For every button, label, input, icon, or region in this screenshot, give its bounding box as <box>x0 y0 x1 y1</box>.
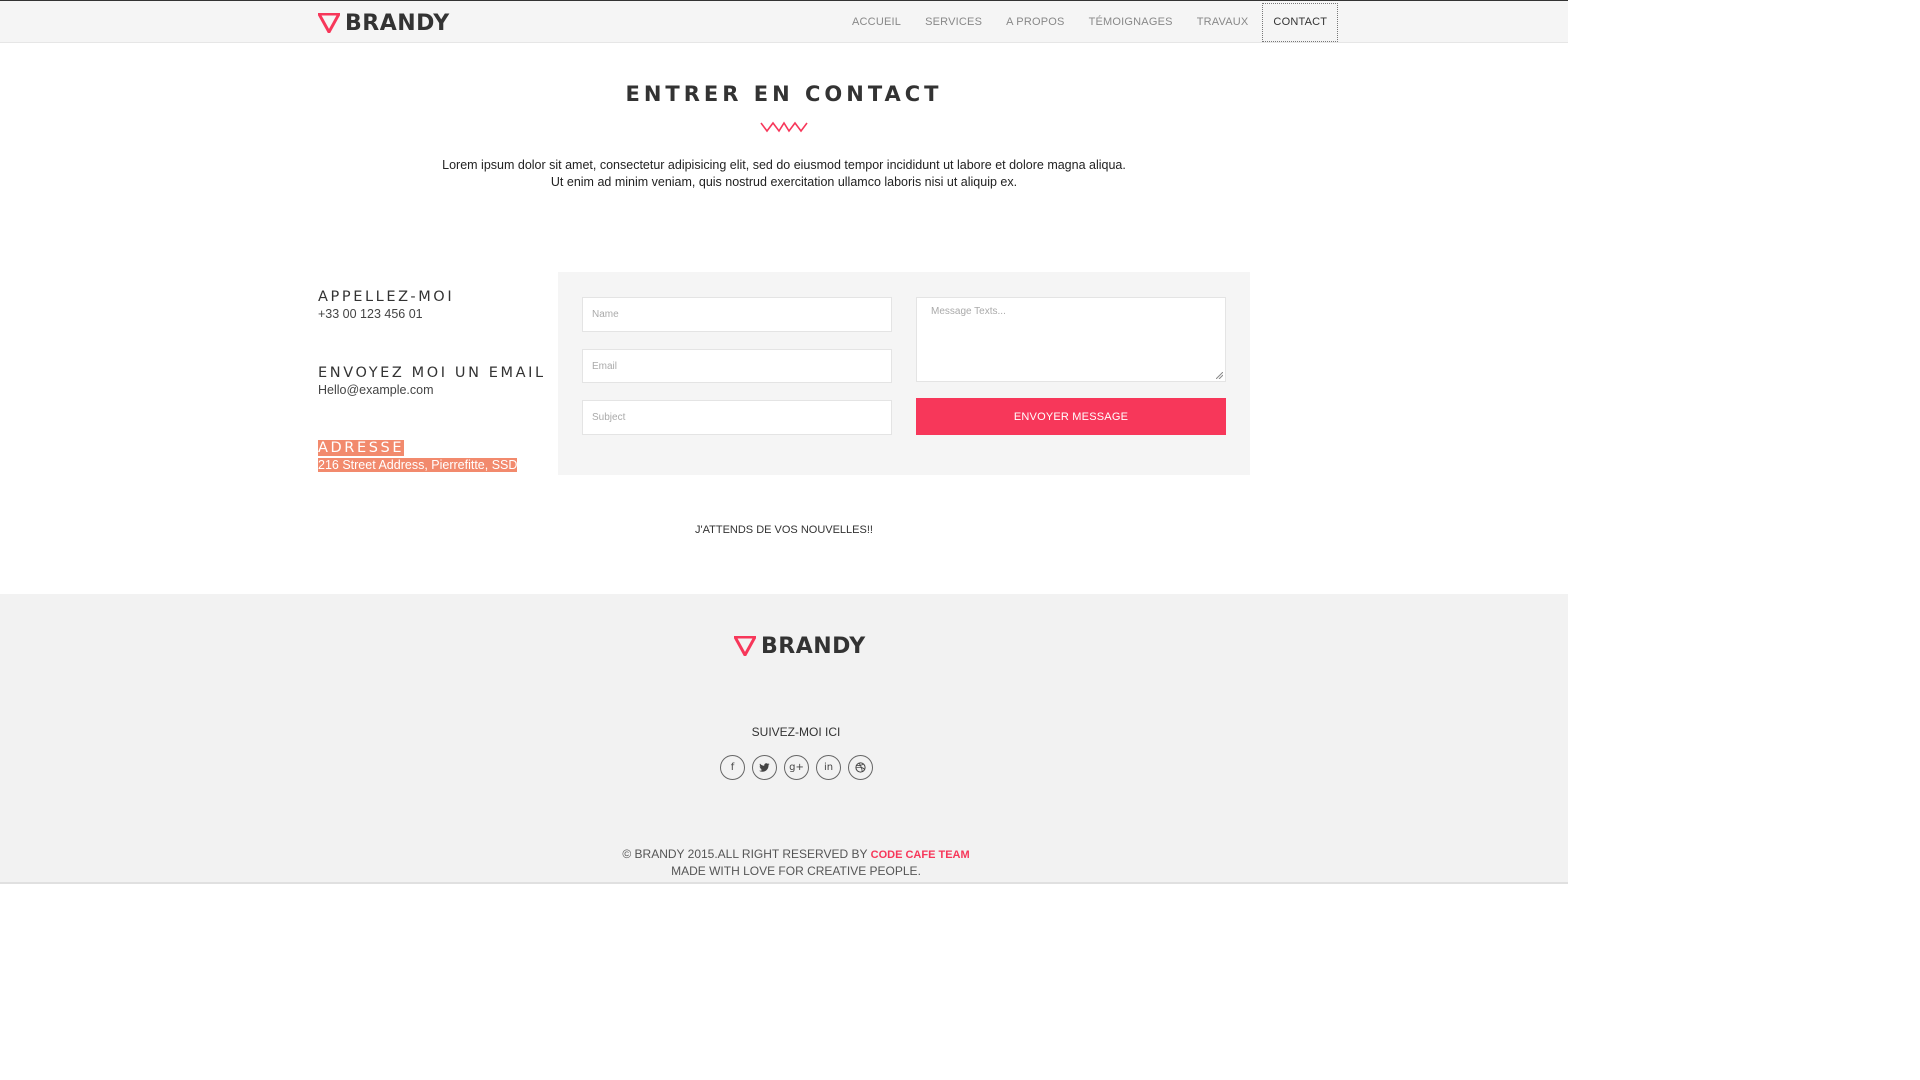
main-nav: ACCUEIL SERVICES A PROPOS TÉMOIGNAGES TR… <box>840 2 1339 42</box>
nav-item-travaux[interactable]: TRAVAUX <box>1185 2 1261 42</box>
subject-field[interactable]: Subject <box>582 400 892 435</box>
tagline: MADE WITH LOVE FOR CREATIVE PEOPLE. <box>671 864 921 878</box>
page-title: ENTRER EN CONTACT <box>625 82 943 106</box>
nav-item-a-propos[interactable]: A PROPOS <box>994 2 1076 42</box>
address-text: 216 Street Address, Pierrefitte, SSD <box>318 458 518 472</box>
facebook-icon[interactable]: f <box>720 755 745 780</box>
resize-handle-icon[interactable] <box>1216 372 1223 379</box>
footer-brand-logo[interactable]: BRANDY <box>734 632 866 660</box>
phone-number: +33 00 123 456 01 <box>318 307 423 321</box>
email-heading: ENVOYEZ MOI UN EMAIL <box>318 365 546 381</box>
twitter-icon[interactable] <box>752 755 777 780</box>
top-navbar: BRANDY ACCUEIL SERVICES A PROPOS TÉMOIGN… <box>0 0 1568 43</box>
nav-item-services[interactable]: SERVICES <box>913 2 994 42</box>
dribbble-icon[interactable] <box>848 755 873 780</box>
nav-item-contact[interactable]: CONTACT <box>1262 2 1339 42</box>
triangle-logo-icon <box>734 636 756 656</box>
message-textarea[interactable]: Message Texts... <box>916 297 1226 382</box>
address-heading: ADRESSE <box>318 440 405 456</box>
call-heading: APPELLEZ-MOI <box>318 289 455 305</box>
nav-item-accueil[interactable]: ACCUEIL <box>840 2 913 42</box>
contact-form: Name Email Subject Message Texts... ENVO… <box>558 272 1250 475</box>
footer: BRANDY SUIVEZ-MOI ICI f g+ in © BRANDY 2… <box>0 594 1568 884</box>
brand-name: BRANDY <box>345 10 450 36</box>
google-plus-icon[interactable]: g+ <box>784 755 809 780</box>
triangle-logo-icon <box>318 13 340 33</box>
email-block: ENVOYEZ MOI UN EMAIL Hello@example.com <box>318 364 548 399</box>
copyright-text: © BRANDY 2015.ALL RIGHT RESERVED BY <box>622 847 868 861</box>
send-message-button[interactable]: ENVOYER MESSAGE <box>916 398 1226 435</box>
email-address: Hello@example.com <box>318 383 434 397</box>
email-field[interactable]: Email <box>582 349 892 383</box>
follow-label: SUIVEZ-MOI ICI <box>751 725 841 739</box>
call-block: APPELLEZ-MOI +33 00 123 456 01 <box>318 288 548 323</box>
brand-logo[interactable]: BRANDY <box>318 9 450 37</box>
bottom-strip <box>0 882 1568 884</box>
copyright: © BRANDY 2015.ALL RIGHT RESERVED BY CODE… <box>0 846 1592 879</box>
message-placeholder: Message Texts... <box>931 306 1006 317</box>
team-link[interactable]: CODE CAFE TEAM <box>871 849 970 861</box>
linkedin-icon[interactable]: in <box>816 755 841 780</box>
name-field[interactable]: Name <box>582 297 892 332</box>
social-links: f g+ in <box>720 755 873 780</box>
address-block: ADRESSE 216 Street Address, Pierrefitte,… <box>318 439 548 474</box>
nav-item-temoignages[interactable]: TÉMOIGNAGES <box>1077 2 1185 42</box>
intro-text: Lorem ipsum dolor sit amet, consectetur … <box>442 158 1126 189</box>
zigzag-divider-icon <box>760 121 808 133</box>
footer-brand-name: BRANDY <box>761 633 866 659</box>
await-message: J'ATTENDS DE VOS NOUVELLES!! <box>695 524 873 536</box>
